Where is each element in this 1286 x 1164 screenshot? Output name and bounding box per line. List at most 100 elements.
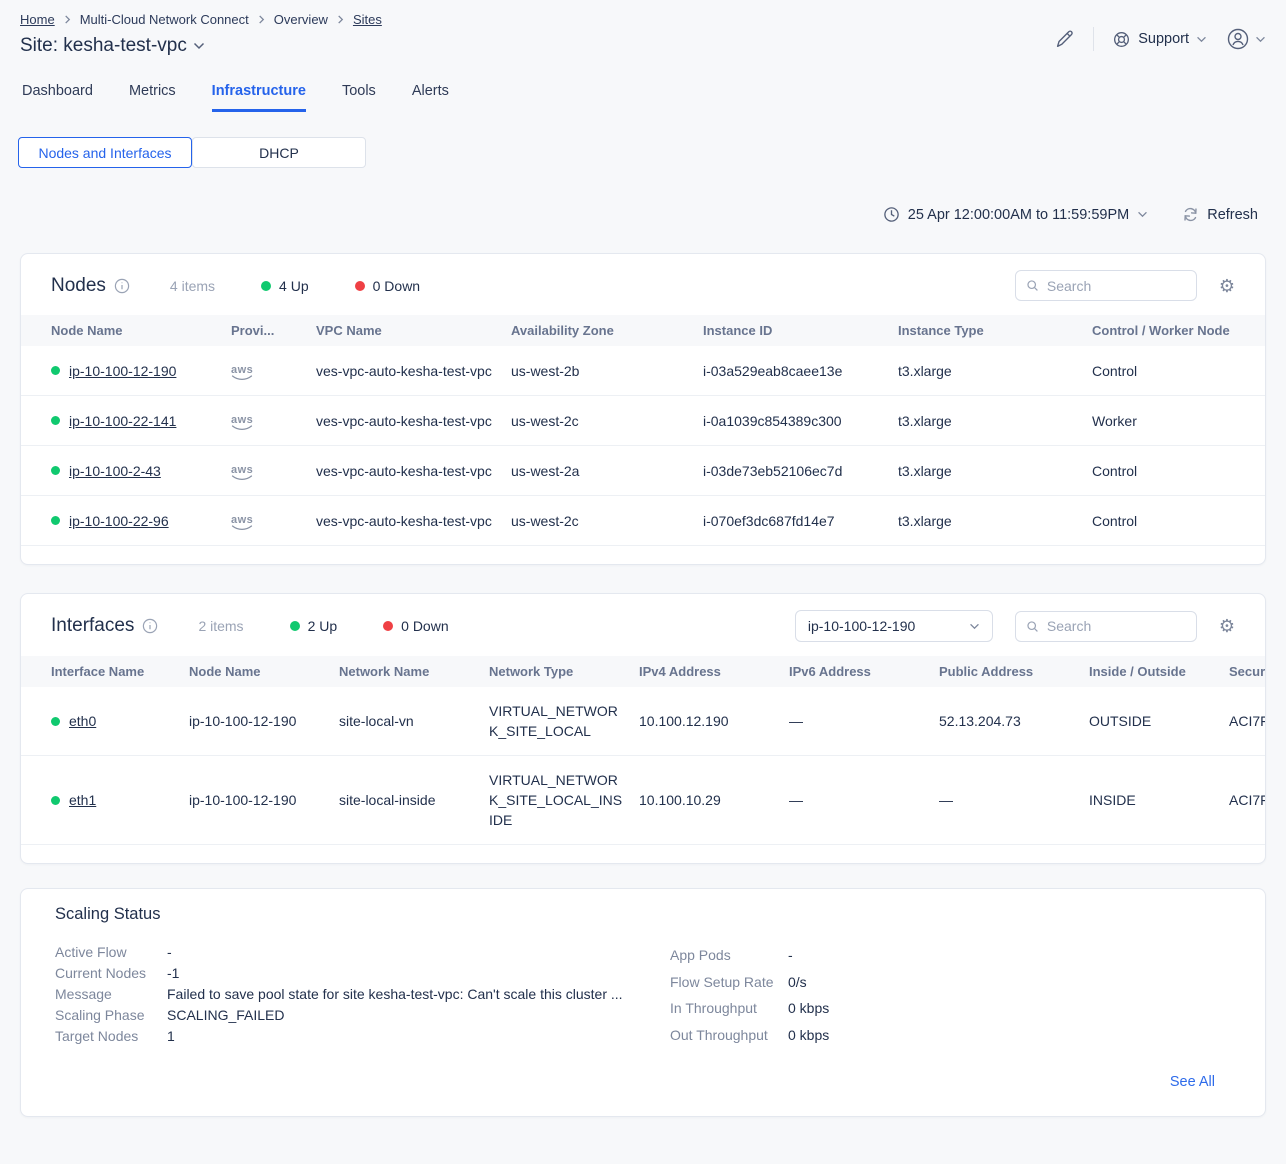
aws-provider-icon: aws xyxy=(231,415,253,431)
ipv4-cell: 10.100.10.29 xyxy=(631,756,781,845)
field-label: App Pods xyxy=(670,942,788,969)
nodes-table: Node Name Provi... VPC Name Availability… xyxy=(21,315,1265,546)
chevron-down-icon xyxy=(1196,36,1207,43)
public-address-cell: — xyxy=(931,756,1081,845)
field-value: 0 kbps xyxy=(788,1022,829,1049)
field-value: 0/s xyxy=(788,969,807,996)
field-value: Failed to save pool state for site kesha… xyxy=(167,984,623,1005)
info-icon[interactable] xyxy=(114,278,130,294)
chevron-right-icon xyxy=(63,15,72,24)
account-menu[interactable] xyxy=(1225,26,1266,52)
chevron-down-icon xyxy=(193,42,205,50)
field-label: Out Throughput xyxy=(670,1022,788,1049)
nodes-panel: Nodes 4 items 4 Up 0 Down ⚙ Node Name Pr… xyxy=(20,253,1266,565)
table-row: ip-10-100-22-96 aws ves-vpc-auto-kesha-t… xyxy=(21,496,1265,546)
node-status-dot xyxy=(51,416,60,425)
instance-type-cell: t3.xlarge xyxy=(890,346,1084,396)
col-public-address: Public Address xyxy=(931,656,1081,687)
edit-pencil-icon[interactable] xyxy=(1053,28,1075,50)
role-cell: Control xyxy=(1084,346,1265,396)
col-control-worker: Control / Worker Node xyxy=(1084,315,1265,346)
breadcrumb-mcn: Multi-Cloud Network Connect xyxy=(80,12,249,27)
breadcrumb-sites-link[interactable]: Sites xyxy=(353,12,382,27)
interface-name-link[interactable]: eth1 xyxy=(69,792,96,808)
nodes-search-input[interactable] xyxy=(1047,278,1186,294)
node-name-cell: ip-10-100-12-190 xyxy=(181,687,331,756)
interface-name-link[interactable]: eth0 xyxy=(69,713,96,729)
breadcrumb: Home Multi-Cloud Network Connect Overvie… xyxy=(20,12,1266,27)
table-row: ip-10-100-2-43 aws ves-vpc-auto-kesha-te… xyxy=(21,446,1265,496)
az-cell: us-west-2a xyxy=(503,446,695,496)
scaling-left-column: Active Flow- Current Nodes-1 MessageFail… xyxy=(55,942,670,1048)
page-title: Site: kesha-test-vpc xyxy=(20,35,187,57)
network-type-cell: VIRTUAL_NETWORK_SITE_LOCAL_INSIDE xyxy=(481,756,631,845)
interfaces-search[interactable] xyxy=(1015,611,1197,642)
node-selector-dropdown[interactable]: ip-10-100-12-190 xyxy=(795,610,993,642)
breadcrumb-home-link[interactable]: Home xyxy=(20,12,55,27)
time-range-label: 25 Apr 12:00:00AM to 11:59:59PM xyxy=(908,207,1129,223)
down-dot xyxy=(355,281,365,291)
interfaces-settings-gear-icon[interactable]: ⚙ xyxy=(1219,617,1235,635)
instance-id-cell: i-03de73eb52106ec7d xyxy=(695,446,890,496)
col-inside-outside: Inside / Outside xyxy=(1081,656,1221,687)
time-toolbar: 25 Apr 12:00:00AM to 11:59:59PM Refresh xyxy=(0,206,1286,223)
tab-tools[interactable]: Tools xyxy=(342,83,376,112)
instance-id-cell: i-03a529eab8caee13e xyxy=(695,346,890,396)
node-name-link[interactable]: ip-10-100-22-96 xyxy=(69,513,169,529)
refresh-button[interactable]: Refresh xyxy=(1182,206,1258,223)
subtab-dhcp[interactable]: DHCP xyxy=(192,137,366,168)
node-name-link[interactable]: ip-10-100-2-43 xyxy=(69,463,161,479)
see-all-link[interactable]: See All xyxy=(1170,1074,1215,1090)
interfaces-up-status: 2 Up xyxy=(290,618,338,634)
field-label: Current Nodes xyxy=(55,963,167,984)
field-value: 0 kbps xyxy=(788,995,829,1022)
inside-outside-cell: INSIDE xyxy=(1081,756,1221,845)
header-divider xyxy=(1093,27,1094,51)
ipv6-cell: — xyxy=(781,687,931,756)
info-icon[interactable] xyxy=(142,618,158,634)
sub-tabs: Nodes and Interfaces DHCP xyxy=(0,137,1286,168)
chevron-right-icon xyxy=(336,15,345,24)
nodes-search[interactable] xyxy=(1015,270,1197,301)
support-label: Support xyxy=(1138,31,1189,47)
col-security: Securi... xyxy=(1221,656,1265,687)
main-tabs: Dashboard Metrics Infrastructure Tools A… xyxy=(0,83,1286,112)
time-range-picker[interactable]: 25 Apr 12:00:00AM to 11:59:59PM xyxy=(883,206,1148,223)
col-interface-name: Interface Name xyxy=(21,656,181,687)
aws-provider-icon: aws xyxy=(231,465,253,481)
interfaces-search-input[interactable] xyxy=(1047,618,1186,634)
vpc-name-cell: ves-vpc-auto-kesha-test-vpc xyxy=(308,346,503,396)
tab-dashboard[interactable]: Dashboard xyxy=(22,83,93,112)
scaling-right-column: App Pods- Flow Setup Rate0/s In Throughp… xyxy=(670,942,829,1048)
search-icon xyxy=(1026,278,1039,293)
field-label: Target Nodes xyxy=(55,1026,167,1047)
vpc-name-cell: ves-vpc-auto-kesha-test-vpc xyxy=(308,396,503,446)
table-row: ip-10-100-22-141 aws ves-vpc-auto-kesha-… xyxy=(21,396,1265,446)
interfaces-down-status: 0 Down xyxy=(383,618,448,634)
nodes-down-status: 0 Down xyxy=(355,278,420,294)
field-label: Scaling Phase xyxy=(55,1005,167,1026)
nodes-settings-gear-icon[interactable]: ⚙ xyxy=(1219,277,1235,295)
subtab-nodes-and-interfaces[interactable]: Nodes and Interfaces xyxy=(18,137,192,168)
col-vpc-name: VPC Name xyxy=(308,315,503,346)
inside-outside-cell: OUTSIDE xyxy=(1081,687,1221,756)
node-name-link[interactable]: ip-10-100-12-190 xyxy=(69,363,176,379)
tab-alerts[interactable]: Alerts xyxy=(412,83,449,112)
nodes-table-header: Node Name Provi... VPC Name Availability… xyxy=(21,315,1265,346)
support-menu[interactable]: Support xyxy=(1112,30,1207,49)
node-name-cell: ip-10-100-12-190 xyxy=(181,756,331,845)
chevron-right-icon xyxy=(257,15,266,24)
interfaces-title: Interfaces xyxy=(51,615,134,637)
search-icon xyxy=(1026,619,1039,634)
scaling-status-panel: Scaling Status Active Flow- Current Node… xyxy=(20,888,1266,1117)
site-title-dropdown[interactable]: Site: kesha-test-vpc xyxy=(20,35,205,57)
refresh-icon xyxy=(1182,206,1199,223)
node-status-dot xyxy=(51,466,60,475)
col-ipv4-address: IPv4 Address xyxy=(631,656,781,687)
tab-metrics[interactable]: Metrics xyxy=(129,83,176,112)
node-name-link[interactable]: ip-10-100-22-141 xyxy=(69,413,176,429)
interfaces-panel: Interfaces 2 items 2 Up 0 Down ip-10-100… xyxy=(20,593,1266,864)
field-label: Message xyxy=(55,984,167,1005)
tab-infrastructure[interactable]: Infrastructure xyxy=(212,83,306,112)
table-row: eth0 ip-10-100-12-190 site-local-vn VIRT… xyxy=(21,687,1265,756)
